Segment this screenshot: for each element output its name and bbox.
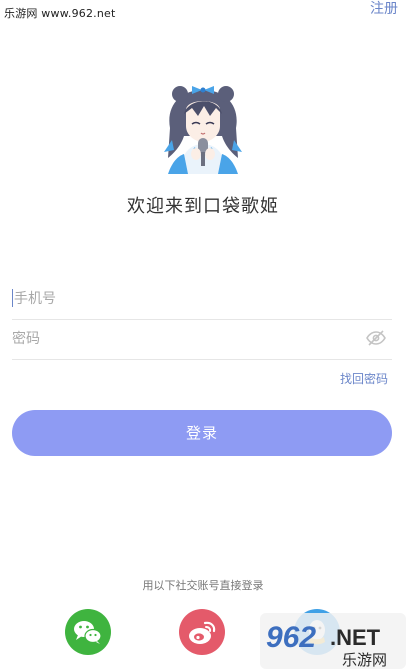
weibo-login-button[interactable] [179, 609, 225, 655]
eye-off-icon[interactable] [366, 330, 386, 346]
weibo-icon [189, 621, 216, 644]
watermark-badge: 962 .NET 乐游网 [260, 613, 406, 669]
welcome-title: 欢迎来到口袋歌姬 [127, 196, 279, 217]
watermark-top: 乐游网 www.962.net [4, 7, 116, 20]
password-field [12, 319, 392, 360]
phone-field [12, 279, 392, 320]
wechat-login-button[interactable] [65, 609, 111, 655]
login-button[interactable]: 登录 [12, 410, 392, 456]
text-caret [12, 289, 13, 307]
phone-input[interactable] [14, 279, 354, 319]
watermark-site: 乐游网 [342, 651, 387, 669]
login-screen: 乐游网 www.962.net 注册 欢迎来到口袋歌姬 手机号 找回密码 登录 … [0, 0, 406, 669]
avatar [164, 86, 242, 174]
social-login-hint: 用以下社交账号直接登录 [142, 579, 264, 592]
watermark-number: 962 [266, 621, 316, 654]
password-input[interactable] [12, 319, 352, 359]
wechat-icon [74, 621, 102, 644]
watermark-suffix: .NET [330, 625, 381, 650]
register-button[interactable]: 注册 [370, 0, 398, 18]
forgot-password-link[interactable]: 找回密码 [340, 370, 388, 387]
